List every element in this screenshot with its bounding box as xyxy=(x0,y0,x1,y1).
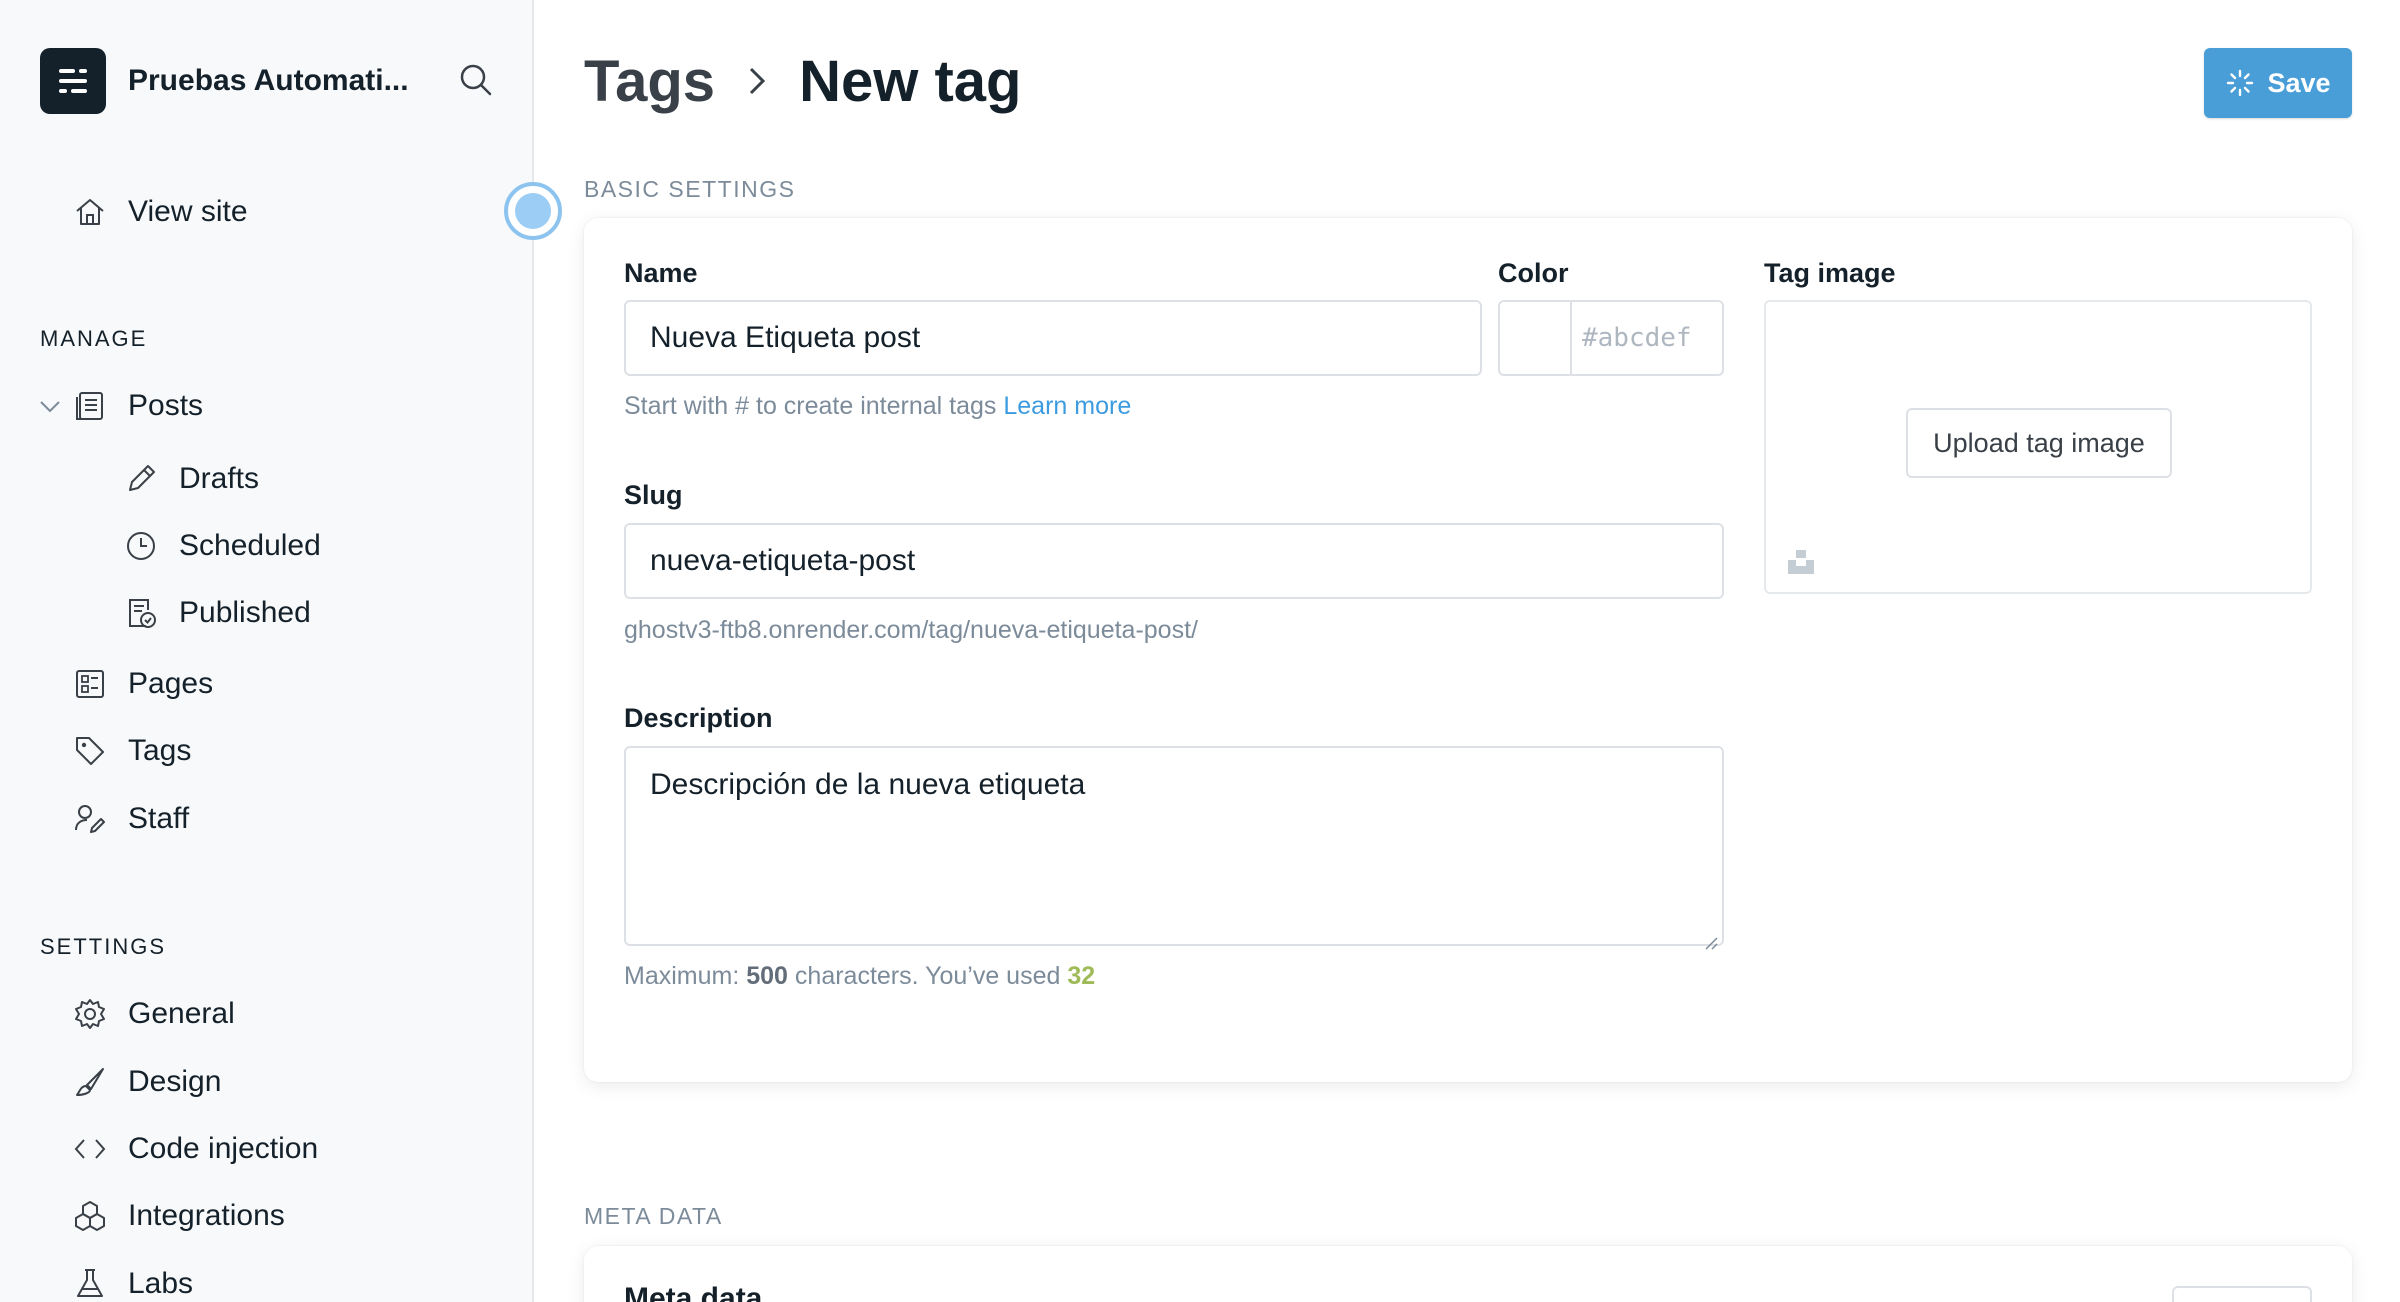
published-icon xyxy=(123,595,159,631)
nav-integrations-label: Integrations xyxy=(128,1199,285,1232)
slug-label: Slug xyxy=(624,480,683,510)
gear-icon xyxy=(72,996,108,1032)
tag-icon xyxy=(72,733,108,769)
desc-hint-middle: characters. You’ve used xyxy=(794,962,1061,990)
nav-pages[interactable]: Pages xyxy=(72,660,213,708)
color-field[interactable]: #abcdef xyxy=(1498,300,1724,376)
nav-view-site-label: View site xyxy=(128,195,248,228)
brush-icon xyxy=(72,1064,108,1100)
name-hint-text: Start with # to create internal tags xyxy=(624,392,997,420)
nav-scheduled[interactable]: Scheduled xyxy=(123,522,321,570)
staff-icon xyxy=(72,801,108,837)
nav-general[interactable]: General xyxy=(72,990,235,1038)
breadcrumb: Tags New tag xyxy=(584,44,1021,118)
meta-data-expand-button[interactable] xyxy=(2172,1286,2312,1302)
nav-pages-label: Pages xyxy=(128,667,214,700)
nav-view-site[interactable]: View site xyxy=(72,188,248,236)
desc-hint-prefix: Maximum: xyxy=(624,962,740,990)
color-label: Color xyxy=(1498,258,1569,288)
integrations-icon xyxy=(72,1198,108,1234)
desc-used-count: 32 xyxy=(1067,962,1096,990)
search-icon[interactable] xyxy=(456,60,496,100)
brand[interactable]: Pruebas Automati... xyxy=(40,48,434,114)
nav-posts-label: Posts xyxy=(128,389,204,422)
name-hint: Start with # to create internal tags Lea… xyxy=(624,392,1131,421)
manage-heading: MANAGE xyxy=(40,326,148,351)
nav-design-label: Design xyxy=(128,1065,222,1098)
nav-tags[interactable]: Tags xyxy=(72,727,191,775)
slug-input[interactable]: nueva-etiqueta-post xyxy=(624,523,1724,599)
home-icon xyxy=(72,194,108,230)
nav-general-label: General xyxy=(128,997,235,1030)
code-icon xyxy=(72,1131,108,1167)
nav-tags-label: Tags xyxy=(128,734,192,767)
color-input[interactable]: #abcdef xyxy=(1572,302,1722,374)
chevron-right-icon xyxy=(739,63,775,99)
nav-published-label: Published xyxy=(179,596,311,629)
nav-drafts-label: Drafts xyxy=(179,462,260,495)
description-textarea[interactable]: Descripción de la nueva etiqueta xyxy=(624,746,1724,950)
nav-scheduled-label: Scheduled xyxy=(179,529,321,562)
site-name: Pruebas Automati... xyxy=(128,64,409,97)
basic-settings-heading: BASIC SETTINGS xyxy=(584,176,796,202)
posts-icon xyxy=(72,388,108,424)
nav-code-injection-label: Code injection xyxy=(128,1132,319,1165)
description-counter: Maximum: 500 characters. You’ve used 32 xyxy=(624,962,1095,991)
chevron-down-icon[interactable] xyxy=(38,394,62,418)
nav-labs[interactable]: Labs xyxy=(72,1260,193,1302)
breadcrumb-tags-link[interactable]: Tags xyxy=(584,48,715,115)
nav-posts[interactable]: Posts xyxy=(72,382,203,430)
nav-staff-label: Staff xyxy=(128,802,190,835)
nav-code-injection[interactable]: Code injection xyxy=(72,1125,318,1173)
meta-data-title: Meta data xyxy=(624,1282,763,1302)
unsplash-icon[interactable] xyxy=(1786,546,1816,576)
nav-integrations[interactable]: Integrations xyxy=(72,1192,285,1240)
tag-image-dropzone[interactable]: Upload tag image xyxy=(1764,300,2312,594)
nav-labs-label: Labs xyxy=(128,1267,194,1300)
resize-grip-icon[interactable] xyxy=(1702,924,1718,950)
meta-data-heading: META DATA xyxy=(584,1203,723,1229)
learn-more-link[interactable]: Learn more xyxy=(1003,392,1131,420)
save-button[interactable]: Save xyxy=(2204,48,2352,118)
nav-design[interactable]: Design xyxy=(72,1058,221,1106)
sidebar-resize-handle[interactable] xyxy=(504,182,562,240)
name-label: Name xyxy=(624,258,698,288)
nav-staff[interactable]: Staff xyxy=(72,795,189,843)
tag-image-label: Tag image xyxy=(1764,258,1896,288)
sidebar: Pruebas Automati... View site MANAGE Pos… xyxy=(0,0,534,1302)
ghost-logo-icon xyxy=(40,48,106,114)
upload-tag-image-button[interactable]: Upload tag image xyxy=(1906,408,2172,478)
pages-icon xyxy=(72,666,108,702)
save-button-label: Save xyxy=(2267,67,2331,98)
description-text: Descripción de la nueva etiqueta xyxy=(650,768,1086,801)
spinner-icon xyxy=(2225,68,2255,98)
flask-icon xyxy=(72,1266,108,1302)
description-label: Description xyxy=(624,703,773,733)
name-input[interactable]: Nueva Etiqueta post xyxy=(624,300,1482,376)
nav-published[interactable]: Published xyxy=(123,589,311,637)
color-swatch[interactable] xyxy=(1500,302,1572,374)
pencil-icon xyxy=(123,461,159,497)
slug-url-preview: ghostv3-ftb8.onrender.com/tag/nueva-etiq… xyxy=(624,616,1198,644)
meta-data-card xyxy=(584,1246,2352,1302)
page-title: New tag xyxy=(799,48,1022,114)
desc-max: 500 xyxy=(746,962,788,990)
nav-drafts[interactable]: Drafts xyxy=(123,455,259,503)
clock-icon xyxy=(123,528,159,564)
settings-heading: SETTINGS xyxy=(40,934,167,959)
